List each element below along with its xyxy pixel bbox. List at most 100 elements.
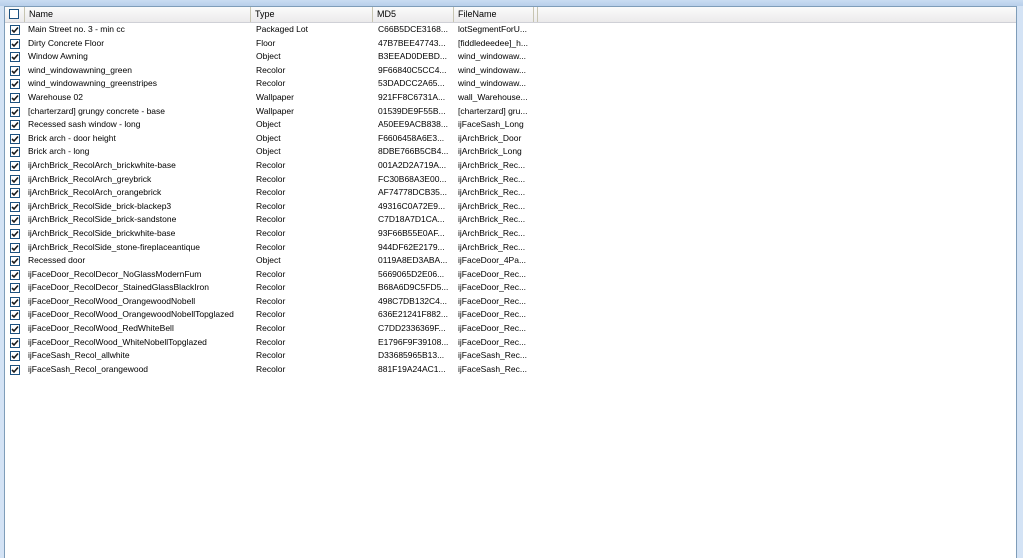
cell-name: Main Street no. 3 - min cc (28, 24, 125, 34)
cell-md5: 93F66B55E0AF... (378, 227, 445, 238)
cell-name: ijArchBrick_RecolArch_orangebrick (28, 187, 162, 198)
row-checkbox[interactable] (10, 38, 20, 49)
cell-filename: [fiddledeedee]_h... (458, 37, 528, 48)
cell-name: ijFaceSash_Recol_orangewood (28, 363, 149, 374)
cell-type: Object (256, 255, 281, 266)
cell-type: Recolor (256, 78, 286, 89)
header-checkbox-icon[interactable] (9, 9, 19, 19)
cell-md5: 01539DE9F55B... (378, 105, 446, 116)
table-row[interactable]: ijFaceSash_Recol_allwhite Recolor D3368596… (5, 349, 1016, 363)
table-row[interactable]: ijArchBrick_RecolSide_brick-sandstone Rec… (5, 213, 1016, 227)
cell-filename: ijFaceDoor_Rec... (458, 336, 527, 347)
row-checkbox[interactable] (10, 324, 20, 335)
row-checkbox[interactable] (10, 106, 20, 117)
cell-md5: 921FF8C6731A... (378, 91, 446, 102)
table-row[interactable]: Brick arch - door height Object F6606458A6… (5, 132, 1016, 146)
cell-filename: ijArchBrick_Rec... (458, 173, 526, 184)
cell-md5: 9F66840C5CC4... (378, 64, 447, 75)
table-row[interactable]: ijArchBrick_RecolArch_brickwhite-base Rec… (5, 159, 1016, 173)
cell-type: Recolor (256, 200, 286, 211)
row-checkbox[interactable] (10, 215, 20, 226)
table-row[interactable]: Window Awning Object B3EEAD0DEBD... wind_wi… (5, 50, 1016, 64)
cell-md5: 5669065D2E06... (378, 268, 445, 279)
cell-filename: ijFaceSash_Rec... (458, 363, 527, 374)
table-row[interactable]: ijFaceSash_Recol_orangewood Recolor 881F19… (5, 363, 1016, 377)
row-checkbox[interactable] (10, 351, 20, 362)
package-list-view[interactable]: Name Type MD5 FileName Main Street no. 3… (4, 6, 1017, 558)
row-checkbox[interactable] (10, 92, 20, 103)
cell-type: Object (256, 51, 281, 62)
table-row[interactable]: wind_windowawning_greenstripes Recolor 53D… (5, 77, 1016, 91)
table-row[interactable]: ijFaceDoor_RecolWood_OrangewoodNobellTop… (5, 308, 1016, 322)
row-checkbox[interactable] (10, 52, 20, 63)
table-row[interactable]: Main Street no. 3 - min cc Packaged Lot C6… (5, 23, 1016, 37)
row-checkbox[interactable] (10, 269, 20, 280)
table-row[interactable]: Dirty Concrete Floor Floor 47B7BEE47743...… (5, 37, 1016, 51)
table-row[interactable]: Warehouse 02 Wallpaper 921FF8C6731A... wall… (5, 91, 1016, 105)
table-row[interactable]: ijArchBrick_RecolSide_stone-fireplaceant… (5, 241, 1016, 255)
checkmark-icon (11, 94, 19, 102)
row-checkbox[interactable] (10, 310, 20, 321)
cell-name: Brick arch - door height (28, 132, 116, 143)
row-checkbox[interactable] (10, 120, 20, 131)
column-header-name[interactable]: Name (25, 7, 251, 22)
row-checkbox[interactable] (10, 65, 20, 76)
checkmark-icon (11, 244, 19, 251)
checkmark-icon (11, 258, 19, 265)
table-row[interactable]: ijArchBrick_RecolArch_orangebrick Recolor… (5, 186, 1016, 200)
column-header-type[interactable]: Type (251, 7, 373, 22)
table-row[interactable]: ijArchBrick_RecolSide_brickwhite-base Rec… (5, 227, 1016, 241)
cell-name: ijArchBrick_RecolArch_greybrick (28, 173, 152, 184)
cell-md5: C7DD2336369F... (378, 323, 446, 334)
table-row[interactable]: ijFaceDoor_RecolDecor_StainedGlassBlackI… (5, 281, 1016, 295)
row-checkbox[interactable] (10, 296, 20, 307)
column-resize-handle[interactable] (534, 7, 538, 22)
cell-name: wind_windowawning_green (28, 64, 132, 75)
cell-name: ijArchBrick_RecolArch_brickwhite-base (28, 159, 176, 170)
row-checkbox[interactable] (10, 201, 20, 212)
row-checkbox[interactable] (10, 364, 20, 375)
cell-type: Recolor (256, 227, 286, 238)
table-row[interactable]: ijArchBrick_RecolSide_brick-blackep3 Reco… (5, 200, 1016, 214)
cell-filename: ijFaceDoor_Rec... (458, 268, 527, 279)
table-row[interactable]: Recessed sash window - long Object A50EE9A… (5, 118, 1016, 132)
row-checkbox[interactable] (10, 147, 20, 158)
cell-name: ijFaceDoor_RecolWood_OrangewoodNobellTop… (28, 309, 234, 320)
table-row[interactable]: ijFaceDoor_RecolWood_WhiteNobellTopglaze… (5, 336, 1016, 350)
cell-md5: E1796F9F39108... (378, 336, 449, 347)
table-row[interactable]: ijArchBrick_RecolArch_greybrick Recolor FC… (5, 173, 1016, 187)
table-row[interactable]: ijFaceDoor_RecolWood_RedWhiteBell Recolor… (5, 322, 1016, 336)
cell-filename: wall_Warehouse... (458, 91, 528, 102)
column-header-filename[interactable]: FileName (454, 7, 534, 22)
row-checkbox[interactable] (10, 174, 20, 185)
row-checkbox[interactable] (10, 25, 20, 35)
column-header-md5[interactable]: MD5 (373, 7, 454, 22)
checkmark-icon (11, 271, 19, 278)
cell-name: ijFaceDoor_RecolWood_OrangewoodNobell (28, 295, 196, 306)
table-row[interactable]: wind_windowawning_green Recolor 9F66840C5C… (5, 64, 1016, 78)
row-checkbox[interactable] (10, 79, 20, 90)
row-checkbox[interactable] (10, 337, 20, 348)
row-checkbox[interactable] (10, 160, 20, 171)
cell-filename: [charterzard] gru... (458, 105, 528, 116)
checkmark-icon (11, 135, 19, 142)
row-checkbox[interactable] (10, 228, 20, 239)
cell-filename: ijArchBrick_Rec... (458, 227, 526, 238)
row-checkbox[interactable] (10, 283, 20, 294)
cell-filename: wind_windowaw... (458, 64, 527, 75)
header-check-all[interactable] (5, 7, 25, 22)
cell-md5: 49316C0A72E9... (378, 200, 446, 211)
table-row[interactable]: Recessed door Object 0119A8ED3ABA... ijFace… (5, 254, 1016, 268)
checkmark-icon (11, 366, 19, 374)
table-row[interactable]: [charterzard] grungy concrete - base Wall… (5, 105, 1016, 119)
row-checkbox[interactable] (10, 242, 20, 253)
table-row[interactable]: Brick arch - long Object 8DBE766B5CB4... ij… (5, 145, 1016, 159)
table-row[interactable]: ijFaceDoor_RecolWood_OrangewoodNobell Rec… (5, 295, 1016, 309)
row-checkbox[interactable] (10, 256, 20, 267)
cell-md5: B68A6D9C5FD5... (378, 282, 449, 293)
cell-type: Recolor (256, 159, 286, 170)
table-row[interactable]: ijFaceDoor_RecolDecor_NoGlassModernFum Re… (5, 268, 1016, 282)
cell-type: Recolor (256, 187, 286, 198)
row-checkbox[interactable] (10, 133, 20, 144)
row-checkbox[interactable] (10, 188, 20, 199)
